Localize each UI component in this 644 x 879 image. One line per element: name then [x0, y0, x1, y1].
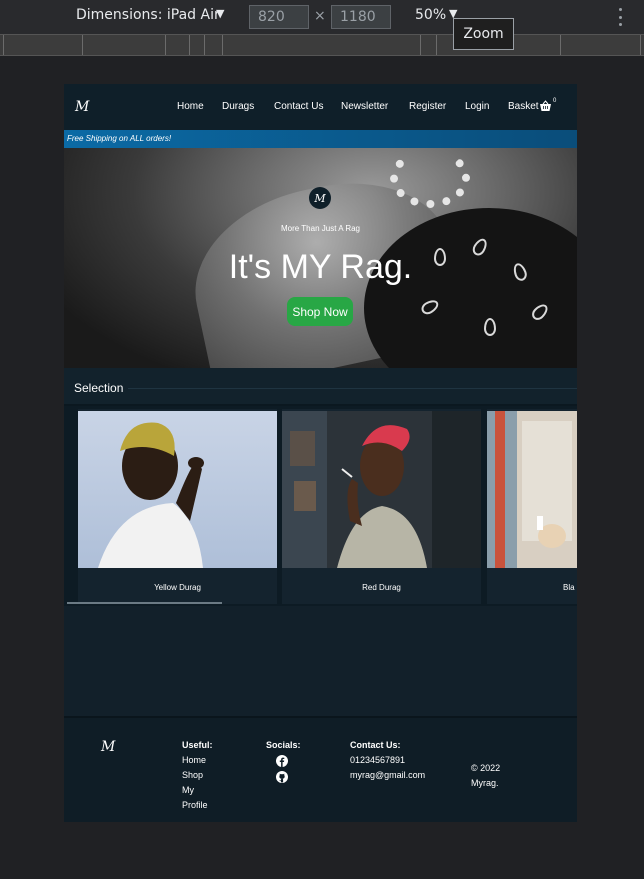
footer-email[interactable]: myrag@gmail.com	[350, 770, 425, 780]
red-durag-image	[282, 411, 481, 568]
footer-home-link[interactable]: Home	[182, 755, 206, 765]
devtools-toolbar: Dimensions: iPad Air ▼ × 50% ▼	[0, 0, 644, 34]
hero-tagline: More Than Just A Rag	[280, 224, 360, 233]
shipping-banner: Free Shipping on ALL orders!	[64, 130, 577, 148]
shop-now-button[interactable]: Shop Now	[287, 297, 353, 326]
hero-logo-badge: M	[309, 187, 331, 209]
product-card[interactable]: Yellow Durag	[78, 409, 277, 604]
footer-contact-heading: Contact Us:	[350, 740, 401, 750]
shipping-text: Free Shipping on ALL orders!	[67, 134, 172, 143]
black-durag-image	[487, 411, 577, 568]
height-input[interactable]	[331, 5, 391, 29]
content-spacer	[64, 606, 577, 716]
carousel-scrollbar[interactable]	[67, 602, 222, 604]
product-card[interactable]: Bla	[487, 409, 577, 604]
footer-copyright-name: Myrag.	[471, 778, 499, 788]
hero-section: M More Than Just A Rag It's MY Rag. Shop…	[64, 148, 577, 368]
device-viewport: M Home Durags Contact Us Newsletter Regi…	[64, 84, 577, 822]
nav-logo[interactable]: M	[75, 99, 89, 115]
nav-durags-link[interactable]: Durags	[222, 101, 254, 112]
nav-newsletter-link[interactable]: Newsletter	[341, 101, 388, 112]
nav-contact-link[interactable]: Contact Us	[274, 101, 323, 112]
github-icon[interactable]	[276, 771, 288, 783]
selection-header: Selection	[64, 368, 577, 406]
device-dimensions-dropdown[interactable]: Dimensions: iPad Air	[76, 7, 220, 23]
product-card[interactable]: Red Durag	[282, 409, 481, 604]
product-carousel[interactable]: Yellow Durag Red Durag Bla	[64, 406, 577, 606]
footer-logo[interactable]: M	[101, 739, 115, 755]
hero-image-bracelet	[390, 148, 470, 208]
more-options-icon[interactable]	[613, 6, 627, 28]
dimension-separator: ×	[314, 8, 326, 24]
basket-icon[interactable]	[539, 100, 552, 112]
footer-phone: 01234567891	[350, 755, 406, 765]
footer-profile-link[interactable]: Profile	[182, 800, 208, 810]
width-input[interactable]	[249, 5, 309, 29]
nav-register-link[interactable]: Register	[409, 101, 446, 112]
nav-login-link[interactable]: Login	[465, 101, 489, 112]
hero-title: It's MY Rag.	[228, 248, 413, 286]
nav-basket-link[interactable]: Basket	[508, 101, 539, 112]
footer-copyright-year: © 2022	[471, 763, 501, 773]
footer: M Useful: Home Shop My Profile Socials: …	[64, 716, 577, 822]
product-card-label[interactable]: Yellow Durag	[78, 583, 277, 592]
basket-count-badge: 0	[553, 98, 557, 104]
selection-divider	[128, 388, 577, 389]
selection-title: Selection	[74, 381, 124, 395]
footer-socials-heading: Socials:	[266, 740, 301, 750]
facebook-icon[interactable]	[276, 755, 288, 767]
media-query-ruler[interactable]	[0, 34, 644, 56]
product-card-label[interactable]: Bla	[487, 583, 575, 592]
product-card-label[interactable]: Red Durag	[282, 583, 481, 592]
footer-useful-heading: Useful:	[182, 740, 213, 750]
zoom-dropdown[interactable]: 50%	[415, 7, 446, 23]
zoom-tooltip: Zoom	[453, 18, 514, 50]
footer-shop-link[interactable]: Shop	[182, 770, 203, 780]
navbar: M Home Durags Contact Us Newsletter Regi…	[64, 84, 577, 130]
dropdown-caret-icon[interactable]: ▼	[216, 7, 224, 20]
nav-home-link[interactable]: Home	[177, 101, 204, 112]
footer-my-link[interactable]: My	[182, 785, 194, 795]
yellow-durag-image	[78, 411, 277, 568]
